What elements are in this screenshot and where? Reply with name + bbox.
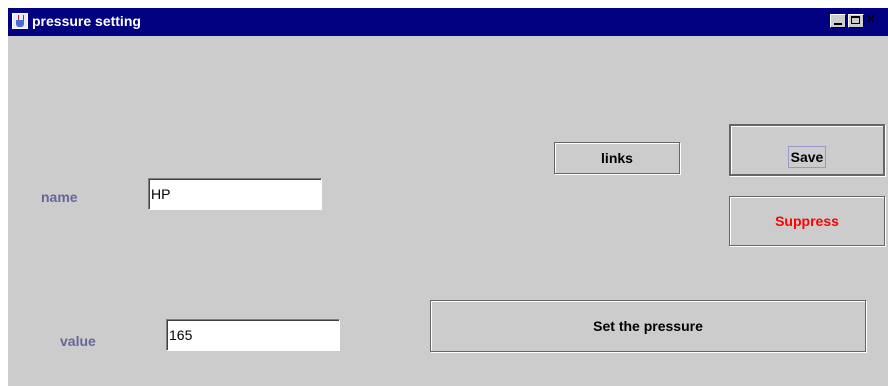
maximize-icon [851, 16, 860, 24]
pressure-setting-window: pressure setting × name value links Save… [8, 8, 888, 386]
maximize-button[interactable] [848, 14, 864, 28]
value-label: value [60, 333, 96, 349]
name-field[interactable] [148, 178, 322, 210]
save-button-label: Save [787, 145, 827, 168]
close-icon: × [866, 11, 876, 28]
links-button[interactable]: links [554, 142, 680, 174]
java-cup-icon [12, 13, 28, 29]
minimize-button[interactable] [830, 14, 846, 28]
title-bar[interactable]: pressure setting × [8, 8, 888, 36]
links-button-label: links [601, 150, 633, 166]
suppress-button-label: Suppress [775, 213, 839, 229]
value-field[interactable] [166, 319, 340, 351]
set-pressure-button[interactable]: Set the pressure [430, 300, 866, 352]
close-button[interactable]: × [866, 11, 880, 28]
minimize-icon [834, 23, 842, 25]
window-title: pressure setting [32, 13, 141, 29]
save-button[interactable]: Save [729, 124, 885, 176]
set-pressure-button-label: Set the pressure [593, 318, 703, 334]
suppress-button[interactable]: Suppress [729, 196, 885, 246]
name-label: name [41, 189, 78, 205]
